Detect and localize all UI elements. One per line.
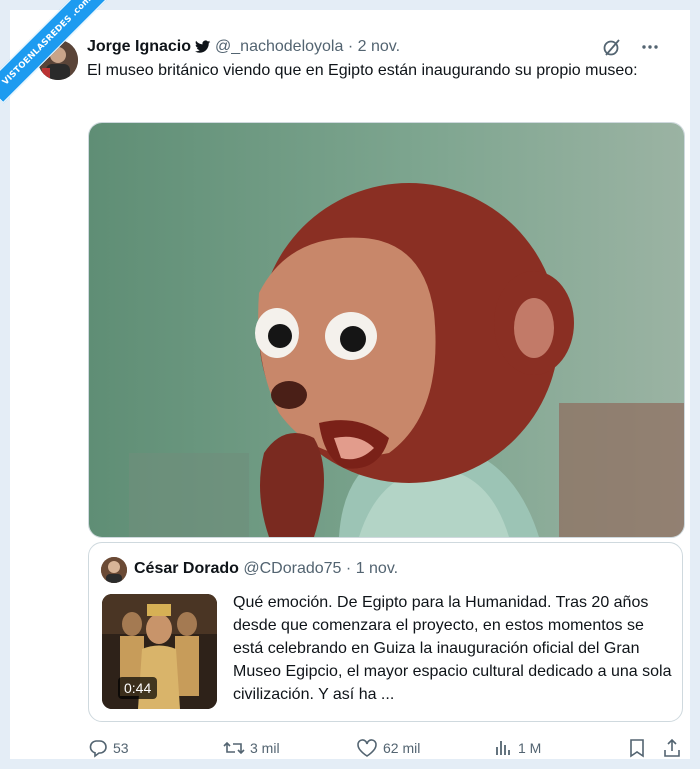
tweet-text: El museo británico viendo que en Egipto … (87, 62, 638, 79)
retweet-count: 3 mil (250, 740, 280, 756)
verified-bird-icon (195, 40, 211, 60)
quote-author-name[interactable]: César Dorado (134, 560, 239, 577)
reply-icon (88, 738, 108, 758)
like-count: 62 mil (383, 740, 421, 756)
tweet-media-image[interactable] (88, 122, 685, 538)
share-icon (662, 738, 682, 758)
like-icon (356, 738, 378, 758)
quote-header: César Dorado @CDorado75 · 1 nov. (134, 560, 398, 578)
retweet-button[interactable]: 3 mil (223, 738, 280, 758)
tweet-header: Jorge Ignacio @_nachodeloyola · 2 nov. (87, 37, 400, 60)
tweet-card: VISTOENLASREDES .com Jorge Ignacio @_nach… (0, 0, 700, 769)
author-name[interactable]: Jorge Ignacio (87, 38, 191, 55)
quote-video-thumbnail[interactable]: 0:44 (102, 594, 217, 709)
video-duration: 0:44 (118, 677, 158, 699)
quote-author-avatar[interactable] (101, 557, 127, 583)
reply-count: 53 (113, 740, 129, 756)
more-icon[interactable] (640, 37, 660, 62)
grok-icon[interactable] (602, 37, 622, 62)
reply-button[interactable]: 53 (88, 738, 129, 758)
header-actions (602, 37, 660, 62)
quote-separator: · (345, 560, 352, 577)
retweet-icon (223, 738, 245, 758)
quoted-tweet[interactable]: César Dorado @CDorado75 · 1 nov. 0:44 Qu… (88, 542, 683, 722)
quote-date[interactable]: 1 nov. (356, 560, 398, 577)
like-button[interactable]: 62 mil (356, 738, 420, 758)
quote-author-handle[interactable]: @CDorado75 (243, 560, 341, 577)
views-button[interactable]: 1 M (493, 738, 541, 758)
share-button[interactable] (662, 738, 682, 758)
bookmark-icon (628, 738, 646, 758)
author-handle[interactable]: @_nachodeloyola (215, 38, 343, 55)
action-bar: 53 3 mil 62 mil 1 M (88, 738, 683, 762)
quote-text: Qué emoción. De Egipto para la Humanidad… (233, 594, 672, 703)
views-icon (493, 738, 513, 758)
bookmark-button[interactable] (628, 738, 646, 758)
tweet-date[interactable]: 2 nov. (358, 38, 400, 55)
header-separator: · (347, 38, 354, 55)
views-count: 1 M (518, 740, 542, 756)
